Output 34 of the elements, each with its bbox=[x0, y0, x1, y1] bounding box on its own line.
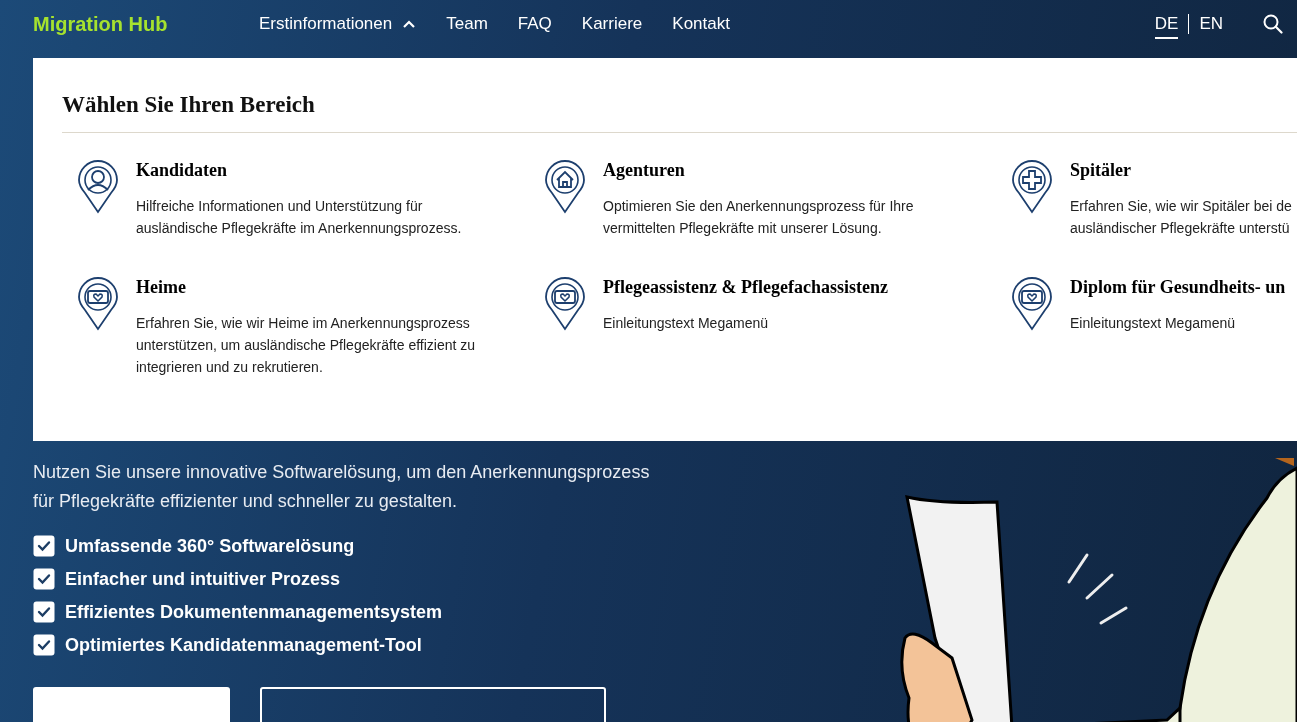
category-description: Hilfreiche Informationen und Unterstützung für ausländische Pflegekräfte im Anerkennungsprozess. bbox=[136, 197, 462, 238]
mega-menu-title: Wählen Sie Ihren Bereich bbox=[62, 92, 1297, 133]
heart-pin-icon bbox=[545, 277, 585, 331]
nav-link[interactable]: Kontakt bbox=[672, 14, 730, 34]
feature-text: Umfassende 360° Softwarelösung bbox=[65, 535, 355, 557]
feature-text: Effizientes Dokumentenmanagementsystem bbox=[65, 601, 443, 623]
feature-text: Optimiertes Kandidatenmanagement-Tool bbox=[65, 634, 422, 656]
category-link[interactable]: Pflegeassistenz & Pflegefachassistenz bbox=[603, 277, 888, 298]
language-link[interactable]: DE bbox=[1154, 14, 1179, 39]
nav-link[interactable]: Team bbox=[446, 14, 488, 34]
nav-link[interactable]: Karriere bbox=[581, 14, 643, 34]
heart-pin-icon bbox=[1012, 277, 1052, 331]
category-link[interactable]: Agenturen bbox=[603, 160, 685, 181]
category-description: Einleitungstext Megamenü bbox=[1070, 314, 1235, 333]
language-link[interactable]: EN bbox=[1199, 14, 1223, 39]
category-description: Optimieren Sie den Anerkennungsprozess für Ihre vermittelten Pflegekräfte mit unserer Lösung. bbox=[603, 197, 914, 238]
search-icon[interactable] bbox=[1263, 14, 1283, 34]
site-logo[interactable]: Migration Hub bbox=[33, 12, 259, 36]
category-link[interactable]: Heime bbox=[136, 277, 186, 298]
category-link[interactable]: Spitäler bbox=[1070, 160, 1131, 181]
house-pin-icon bbox=[545, 160, 585, 214]
category-description: Einleitungstext Megamenü bbox=[603, 314, 768, 333]
secondary-button[interactable] bbox=[260, 687, 606, 722]
person-pin-icon bbox=[78, 160, 118, 214]
category-link[interactable]: Diplom für Gesundheits- un bbox=[1070, 277, 1286, 298]
hero-intro-text: Nutzen Sie unsere innovative Softwarelösung, um den Anerkennungsprozess für Pflegekräfte effizienter und schneller zu gestalten. bbox=[33, 461, 651, 513]
feature-text: Einfacher und intuitiver Prozess bbox=[65, 568, 341, 590]
category-description: Erfahren Sie, wie wir Heime im Anerkennungsprozess unterstützen, um ausländische Pflegekräfte effizient zu integrieren und zu rekrutieren. bbox=[136, 314, 476, 377]
cross-pin-icon bbox=[1012, 160, 1052, 214]
category-link[interactable]: Kandidaten bbox=[136, 160, 228, 181]
nav-link[interactable]: FAQ bbox=[517, 14, 552, 34]
category-description: Erfahren Sie, wie wir Spitäler bei de ausländischer Pflegekräfte unterstü bbox=[1070, 197, 1292, 238]
heart-pin-icon bbox=[78, 277, 118, 331]
nav-link[interactable]: Erstinformationen bbox=[259, 14, 417, 34]
